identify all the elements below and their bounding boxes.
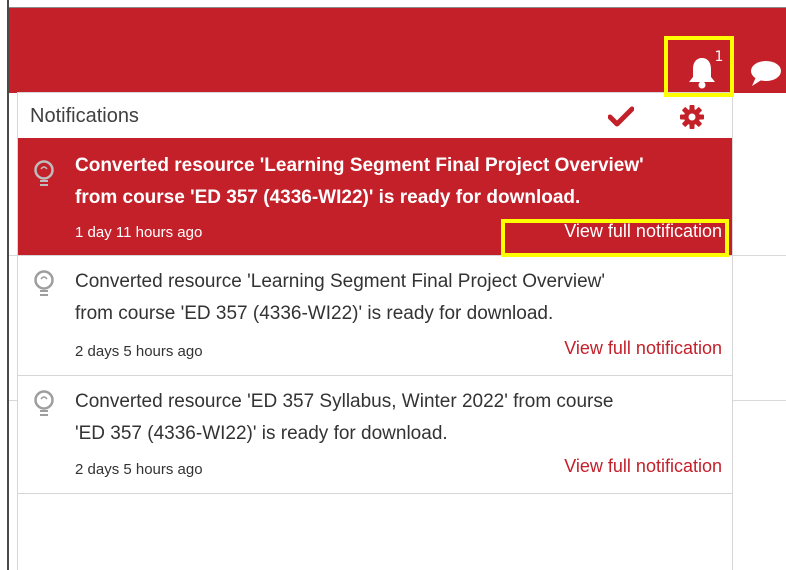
notification-message: Converted resource 'Learning Segment Fin… <box>75 150 725 214</box>
notification-count-badge: 1 <box>712 48 726 66</box>
notification-time: 2 days 5 hours ago <box>75 461 203 478</box>
link-highlight-box <box>501 219 729 257</box>
chat-bubble-icon[interactable] <box>746 58 786 88</box>
notification-item[interactable]: Converted resource 'Learning Segment Fin… <box>18 138 732 257</box>
lightbulb-icon <box>34 160 54 186</box>
bell-highlight-box <box>664 36 734 97</box>
notification-message-line: 'ED 357 (4336-WI22)' is ready for downlo… <box>75 423 448 444</box>
lightbulb-icon <box>34 390 54 416</box>
lightbulb-icon <box>34 270 54 296</box>
view-full-notification-link[interactable]: View full notification <box>564 338 722 359</box>
notification-message: Converted resource 'Learning Segment Fin… <box>75 266 725 330</box>
notification-item[interactable]: Converted resource 'ED 357 Syllabus, Win… <box>18 376 732 494</box>
notification-message-line: Converted resource 'Learning Segment Fin… <box>75 155 644 176</box>
notification-item[interactable]: Converted resource 'Learning Segment Fin… <box>18 256 732 376</box>
notifications-header: Notifications <box>18 93 732 138</box>
notification-message-line: from course 'ED 357 (4336-WI22)' is read… <box>75 187 581 208</box>
notification-message-line: Converted resource 'ED 357 Syllabus, Win… <box>75 391 614 412</box>
page: 1 Notifications Converted resource 'Lear… <box>0 0 786 570</box>
notification-message: Converted resource 'ED 357 Syllabus, Win… <box>75 386 725 450</box>
view-full-notification-link[interactable]: View full notification <box>564 456 722 477</box>
notification-time: 2 days 5 hours ago <box>75 343 203 360</box>
notification-message-line: from course 'ED 357 (4336-WI22)' is read… <box>75 303 554 324</box>
notification-time: 1 day 11 hours ago <box>75 224 203 241</box>
notification-message-line: Converted resource 'Learning Segment Fin… <box>75 271 606 292</box>
gear-icon[interactable] <box>680 105 704 129</box>
checkmark-icon[interactable] <box>608 106 634 128</box>
notifications-panel: Notifications Converted resource 'Learni… <box>17 92 733 570</box>
notifications-title: Notifications <box>30 105 139 127</box>
